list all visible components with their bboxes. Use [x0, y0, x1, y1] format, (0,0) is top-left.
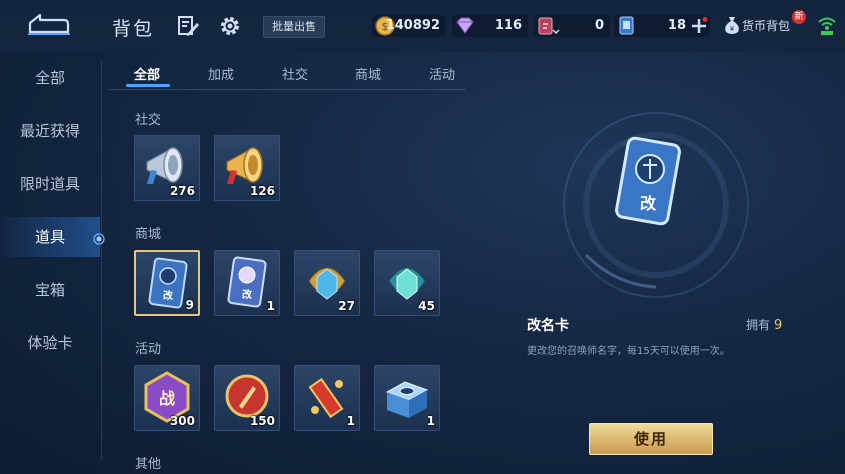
section-label-other: 其他: [135, 457, 162, 472]
ticket-value: 0: [594, 18, 604, 33]
item-name: 改名卡: [527, 318, 569, 334]
active-indicator-icon: [93, 230, 105, 245]
tab-events[interactable]: 活动: [429, 64, 455, 83]
item-count: 126: [249, 184, 275, 198]
sidebar-item-all[interactable]: 全部: [0, 58, 100, 98]
svg-text:改: 改: [640, 194, 657, 213]
sidebar-item-chests[interactable]: 宝箱: [0, 270, 100, 310]
new-badge: 新: [792, 10, 806, 24]
bulk-sell-button[interactable]: 批量出售: [263, 16, 325, 38]
currency-bag-label: 货币背包: [742, 19, 791, 33]
wifi-icon: [818, 14, 836, 36]
item-count: 27: [338, 299, 355, 313]
back-button[interactable]: [24, 10, 74, 40]
currency-bag-button[interactable]: ¥ 货币背包: [722, 14, 790, 39]
money-bag-icon: ¥: [725, 17, 739, 34]
sidebar-item-props[interactable]: 道具: [0, 217, 100, 257]
diamond-icon: [456, 17, 474, 34]
page-title: 背包: [112, 18, 155, 40]
owned-count: 拥有 9: [746, 316, 782, 333]
category-sidebar: 全部 最近获得 限时道具 道具 宝箱 体验卡: [0, 52, 100, 474]
voucher-balance: 18: [614, 15, 710, 37]
diamond-value: 116: [494, 18, 522, 33]
rename-card-icon: 改: [615, 136, 681, 226]
sidebar-divider: [101, 60, 102, 460]
svg-text:改: 改: [163, 289, 174, 302]
sidebar-item-recent[interactable]: 最近获得: [0, 111, 100, 151]
section-label-mall: 商城: [135, 227, 162, 242]
item-count: 300: [169, 414, 195, 428]
tab-social[interactable]: 社交: [282, 64, 308, 83]
item-preview-image: 改: [610, 135, 690, 235]
inventory-item[interactable]: 战 300: [134, 365, 200, 431]
inventory-item[interactable]: 276: [134, 135, 200, 201]
item-description: 更改您的召唤师名字，每15天可以使用一次。: [527, 346, 730, 357]
item-count: 9: [185, 298, 194, 312]
voucher-value: 18: [667, 18, 686, 33]
item-count: 1: [266, 299, 275, 313]
gold-balance: $ 140892: [372, 15, 446, 37]
item-count: 1: [346, 414, 355, 428]
sidebar-item-limited[interactable]: 限时道具: [0, 164, 100, 204]
item-count: 276: [169, 184, 195, 198]
gold-value: 140892: [385, 18, 440, 33]
inventory-item-selected[interactable]: 改 9: [134, 250, 200, 316]
add-icon[interactable]: [690, 17, 708, 35]
ticket-balance: 0: [534, 15, 610, 37]
svg-text:¥: ¥: [730, 25, 735, 33]
svg-text:战: 战: [159, 389, 175, 408]
section-label-social: 社交: [135, 113, 162, 128]
inventory-item[interactable]: 27: [294, 250, 360, 316]
top-bar: 背包 批量出售 $ 140892 116 0 18 ¥ 货币背包 新: [0, 0, 845, 52]
back-arrow-icon: [28, 13, 70, 35]
voucher-icon: [619, 16, 634, 35]
use-button[interactable]: 使用: [589, 423, 713, 455]
tab-boost[interactable]: 加成: [208, 64, 234, 83]
edit-icon[interactable]: [177, 15, 199, 37]
inventory-item[interactable]: 150: [214, 365, 280, 431]
diamond-balance: 116: [452, 15, 528, 37]
item-count: 1: [426, 414, 435, 428]
inventory-item[interactable]: 1: [374, 365, 440, 431]
tab-all[interactable]: 全部: [134, 64, 160, 83]
section-label-events: 活动: [135, 342, 162, 357]
ticket-icon: [538, 17, 560, 35]
svg-text:改: 改: [242, 288, 253, 301]
sidebar-item-trial-cards[interactable]: 体验卡: [0, 323, 100, 363]
tab-mall[interactable]: 商城: [355, 64, 381, 83]
item-count: 45: [418, 299, 435, 313]
inventory-item[interactable]: 126: [214, 135, 280, 201]
gear-icon[interactable]: [218, 14, 242, 38]
owned-label: 拥有: [746, 318, 771, 332]
owned-value: 9: [774, 318, 783, 333]
inventory-item[interactable]: 1: [294, 365, 360, 431]
tab-underline: [126, 84, 170, 87]
inventory-item[interactable]: 改 1: [214, 250, 280, 316]
item-count: 150: [249, 414, 275, 428]
inventory-item[interactable]: 45: [374, 250, 440, 316]
